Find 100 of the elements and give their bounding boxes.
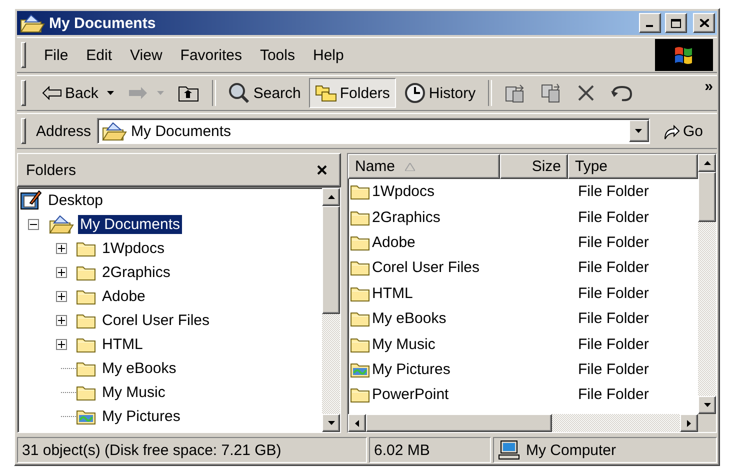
folder-icon [350, 386, 370, 404]
file-name[interactable]: My eBooks [372, 310, 446, 328]
expand-toggle[interactable] [56, 266, 67, 278]
undo-icon [610, 84, 634, 102]
maximize-button[interactable] [665, 13, 687, 33]
menu-item[interactable]: Edit [78, 44, 120, 66]
tree-item[interactable]: My eBooks [100, 358, 178, 378]
file-type: File Folder [578, 284, 649, 302]
scroll-left-button[interactable] [348, 414, 366, 432]
scroll-thumb[interactable] [698, 172, 716, 222]
column-header[interactable]: Name [348, 154, 500, 179]
file-name[interactable]: 1Wpdocs [372, 183, 435, 200]
plus-icon [58, 268, 65, 276]
folders-icon [314, 84, 337, 102]
toolbar-grip[interactable] [21, 118, 26, 144]
toolbar-overflow[interactable]: » [704, 76, 713, 95]
scroll-right-button[interactable] [680, 414, 698, 432]
scrollbar-corner [698, 414, 716, 432]
search-button[interactable]: Search [222, 78, 307, 108]
file-name[interactable]: 2Graphics [372, 208, 440, 226]
minimize-button[interactable] [639, 13, 661, 33]
file-type: File Folder [578, 183, 649, 200]
close-icon [317, 165, 327, 175]
file-name[interactable]: Corel User Files [372, 259, 480, 276]
tree-item[interactable]: Adobe [100, 286, 148, 306]
tree-item[interactable]: My Documents [78, 214, 182, 234]
open-folder-icon [19, 13, 45, 33]
plus-icon [58, 316, 65, 324]
up-arrow-icon [704, 161, 710, 165]
column-header[interactable]: Type [568, 154, 698, 179]
open-folder-icon [101, 121, 128, 141]
scroll-down-button[interactable] [698, 396, 716, 414]
expand-toggle[interactable] [56, 290, 67, 302]
folders-button[interactable]: Folders [308, 78, 396, 108]
tree-item[interactable]: My Music [100, 382, 168, 402]
tree-item[interactable]: HTML [100, 334, 145, 354]
search-icon [228, 82, 250, 104]
plus-icon [58, 292, 65, 300]
toolbar-grip[interactable] [21, 42, 26, 68]
sort-arrow-icon [405, 162, 416, 170]
close-button[interactable] [693, 13, 715, 33]
scroll-up-button[interactable] [698, 154, 716, 172]
folder-icon [350, 234, 370, 251]
caret-icon [107, 91, 114, 95]
left-arrow-icon [355, 420, 359, 426]
status-text: My Computer [526, 442, 616, 458]
folder-icon [76, 360, 96, 376]
folder-icon [350, 208, 370, 226]
file-name[interactable]: Adobe [372, 234, 416, 251]
expand-toggle[interactable] [28, 218, 39, 230]
window-title: My Documents [49, 14, 157, 32]
horizontal-scrollbar[interactable] [348, 414, 698, 432]
picture-folder-icon [76, 408, 96, 424]
folder-icon [350, 310, 370, 328]
menu-item[interactable]: File [36, 44, 76, 66]
expand-toggle[interactable] [56, 338, 67, 350]
folder-icon [350, 284, 370, 302]
back-button[interactable]: Back [36, 78, 120, 108]
down-arrow-icon [704, 403, 710, 407]
up-folder-icon [178, 84, 200, 102]
scroll-down-button[interactable] [322, 414, 340, 432]
file-name[interactable]: PowerPoint [372, 386, 449, 404]
column-header[interactable]: Size [500, 154, 568, 179]
down-arrow-icon [328, 421, 334, 425]
scroll-thumb[interactable] [366, 414, 552, 432]
history-button[interactable]: History [398, 78, 482, 108]
menu-item[interactable]: Help [305, 44, 352, 66]
menu-item[interactable]: Tools [252, 44, 303, 66]
tree-item[interactable]: Corel User Files [100, 310, 212, 330]
toolbar-separator [212, 80, 216, 106]
go-button[interactable]: Go [652, 117, 713, 145]
computer-icon [498, 440, 520, 460]
file-type: File Folder [578, 310, 649, 328]
menu-item[interactable]: View [122, 44, 170, 66]
scroll-up-button[interactable] [322, 188, 340, 206]
folder-icon [350, 336, 370, 353]
tree-item[interactable]: 2Graphics [100, 262, 172, 282]
tree-item[interactable]: My Pictures [100, 406, 182, 426]
flag-icon [673, 45, 695, 65]
file-name[interactable]: My Pictures [372, 360, 450, 378]
toolbar-separator [488, 80, 492, 106]
vertical-scrollbar[interactable] [322, 188, 340, 432]
status-text: 6.02 MB [374, 442, 430, 458]
expand-toggle[interactable] [56, 242, 67, 254]
menu-item[interactable]: Favorites [172, 44, 250, 66]
pane-title: Folders [26, 162, 78, 178]
toolbar-grip[interactable] [21, 80, 26, 106]
file-name[interactable]: HTML [372, 284, 413, 302]
open-folder-icon [48, 214, 74, 234]
folder-icon [76, 288, 96, 304]
vertical-scrollbar[interactable] [698, 154, 716, 414]
file-type: File Folder [578, 336, 649, 353]
tree-item[interactable]: Desktop [46, 190, 106, 210]
file-name[interactable]: My Music [372, 336, 436, 353]
address-field[interactable]: My Documents [97, 118, 650, 144]
dropdown-button[interactable] [628, 120, 649, 142]
address-label: Address [36, 122, 92, 140]
scroll-thumb[interactable] [322, 206, 340, 314]
expand-toggle[interactable] [56, 314, 67, 326]
tree-item[interactable]: 1Wpdocs [100, 238, 167, 258]
